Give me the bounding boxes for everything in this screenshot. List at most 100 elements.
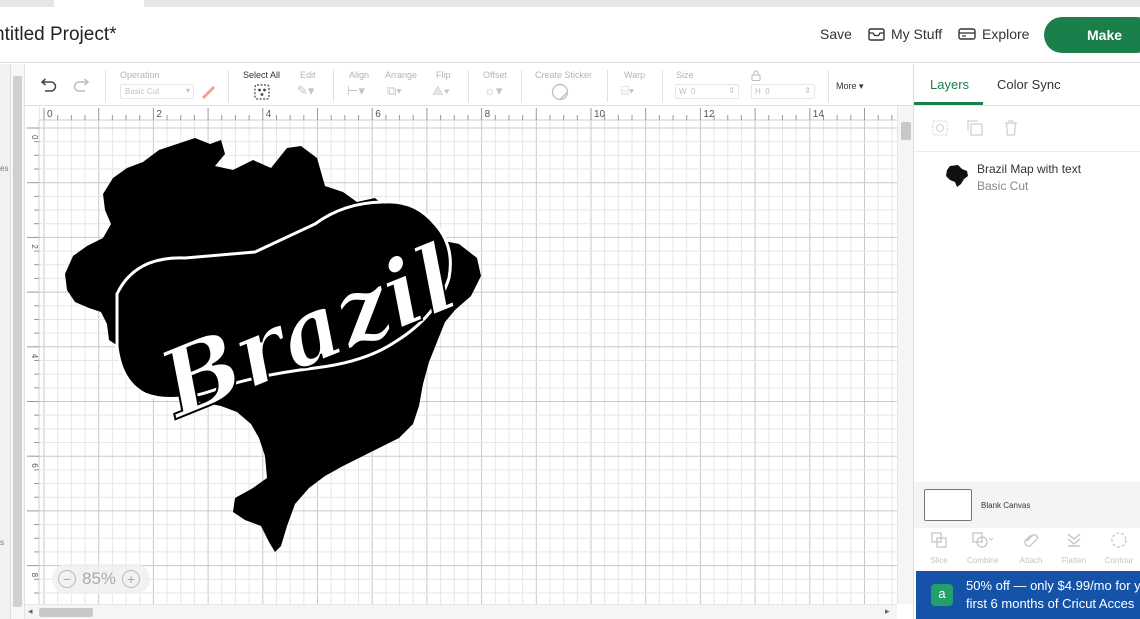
blank-canvas-swatch[interactable] [924, 489, 972, 521]
trash-icon[interactable] [1002, 119, 1020, 137]
explore-button[interactable]: Explore [958, 26, 1029, 42]
pen-color-icon[interactable] [201, 84, 217, 100]
toolbar-divider [333, 70, 334, 102]
combine-icon [972, 532, 994, 548]
paperclip-icon [1024, 534, 1038, 547]
contour-icon [1111, 532, 1127, 548]
size-label: Size [676, 70, 694, 80]
stepper-icon: ⇕ [728, 86, 735, 95]
toolbar-divider [828, 70, 829, 102]
contour-label: Contour [1104, 556, 1134, 565]
save-button[interactable]: Save [820, 26, 852, 42]
offset-label: Offset [483, 70, 507, 80]
duplicate-icon[interactable] [966, 119, 984, 137]
operation-label: Operation [120, 70, 160, 80]
flatten-icon [1067, 533, 1081, 547]
flatten-button[interactable]: Flatten [1054, 531, 1094, 565]
create-sticker-label: Create Sticker [535, 70, 593, 80]
promo-text: 50% off — only $4.99/mo for y first 6 mo… [966, 577, 1140, 613]
more-button[interactable]: More ▾ [836, 81, 864, 92]
promo-banner[interactable]: a 50% off — only $4.99/mo for y first 6 … [916, 571, 1140, 619]
contour-button[interactable]: Contour [1099, 531, 1139, 565]
align-button[interactable]: ⊢▾ [347, 83, 365, 99]
brazil-map-design[interactable]: Brazil [25, 106, 897, 604]
select-all-icon[interactable] [254, 84, 270, 100]
lock-icon[interactable] [751, 70, 761, 81]
layer-action-bar: Slice Combine Attach Flatten Contour [914, 528, 1140, 570]
project-title[interactable]: ntitled Project* [0, 24, 117, 46]
group-icon[interactable] [931, 119, 949, 137]
left-panel-scrollbar[interactable] [11, 64, 25, 619]
save-label: Save [820, 26, 852, 42]
align-label: Align [349, 70, 370, 80]
undo-icon [40, 78, 57, 92]
vertical-scroll-thumb[interactable] [901, 122, 911, 140]
height-value: 0 [765, 87, 770, 96]
layer-item[interactable]: Brazil Map with text Basic Cut [944, 160, 1134, 200]
flip-button[interactable]: ⟁▾ [432, 83, 450, 99]
horizontal-scroll-thumb[interactable] [39, 608, 93, 617]
zoom-level: 85% [82, 569, 117, 588]
attach-button[interactable]: Attach [1011, 531, 1051, 565]
envelope-icon [868, 27, 885, 41]
sticker-icon[interactable] [551, 83, 569, 101]
offset-button[interactable]: ☼▾ [484, 83, 502, 99]
arrange-icon: ⧉▾ [387, 83, 402, 98]
canvas-vertical-scrollbar[interactable] [897, 106, 913, 604]
explore-label: Explore [982, 26, 1030, 42]
left-panel-mark: es [0, 164, 9, 173]
scroll-right-arrow-icon[interactable]: ▸ [885, 606, 890, 617]
offset-icon: ☼▾ [484, 83, 503, 98]
active-tab[interactable] [54, 0, 144, 7]
active-tab-indicator [914, 102, 983, 105]
warp-button[interactable]: ⌸▾ [621, 83, 634, 99]
width-label: W [679, 87, 687, 96]
layer-operation: Basic Cut [977, 179, 1029, 193]
height-field[interactable]: H 0 ⇕ [751, 84, 815, 99]
warp-label: Warp [624, 70, 646, 80]
chevron-down-icon: ▾ [185, 86, 190, 95]
canvas-horizontal-scrollbar[interactable]: ◂ ▸ [25, 604, 897, 619]
caret-down-icon: ▾ [859, 81, 864, 91]
width-field[interactable]: W 0 ⇕ [675, 84, 739, 99]
select-all-label: Select All [243, 70, 281, 80]
slice-label: Slice [930, 556, 948, 565]
browser-tab-strip [0, 0, 1140, 7]
toolbar-divider [607, 70, 608, 102]
toolbar-divider [228, 70, 229, 102]
operation-select[interactable]: Basic Cut ▾ [120, 84, 194, 99]
stepper-icon: ⇕ [804, 86, 811, 95]
slice-button[interactable]: Slice [919, 531, 959, 565]
arrange-label: Arrange [385, 70, 418, 80]
edit-button[interactable]: ✎▾ [297, 83, 314, 99]
panel-tabs: Layers Color Sync [914, 64, 1140, 106]
tab-color-sync[interactable]: Color Sync [997, 77, 1061, 92]
my-stuff-button[interactable]: My Stuff [868, 26, 942, 42]
tab-layers[interactable]: Layers [930, 77, 969, 92]
layer-tools [914, 106, 1140, 152]
machine-icon [958, 28, 976, 40]
left-scroll-thumb[interactable] [13, 76, 22, 607]
edit-toolbar: Operation Basic Cut ▾ Select All Edit ✎▾… [25, 64, 913, 106]
make-button[interactable]: Make [1044, 17, 1140, 53]
blank-canvas-label: Blank Canvas [981, 501, 1031, 510]
align-icon: ⊢▾ [347, 83, 365, 98]
design-canvas[interactable]: 0 2 4 6 8 10 12 14 0 2 4 6 8 Brazil − 85% + [25, 106, 897, 604]
zoom-in-button[interactable]: + [122, 570, 141, 588]
layer-name: Brazil Map with text [977, 162, 1082, 176]
scroll-left-arrow-icon[interactable]: ◂ [28, 606, 33, 617]
width-value: 0 [691, 87, 696, 96]
zoom-out-button[interactable]: − [58, 570, 76, 588]
flip-icon: ⟁▾ [432, 83, 450, 98]
make-label: Make [1087, 27, 1123, 43]
combine-button[interactable]: Combine [963, 531, 1003, 565]
promo-line-2: first 6 months of Cricut Acces [966, 596, 1135, 611]
pencil-icon: ✎▾ [297, 83, 315, 98]
redo-icon [73, 78, 90, 92]
arrange-button[interactable]: ⧉▾ [387, 83, 402, 99]
edit-label: Edit [300, 70, 316, 80]
height-label: H [755, 87, 761, 96]
my-stuff-label: My Stuff [891, 26, 943, 42]
warp-icon: ⌸▾ [621, 83, 635, 98]
toolbar-divider [105, 70, 106, 102]
